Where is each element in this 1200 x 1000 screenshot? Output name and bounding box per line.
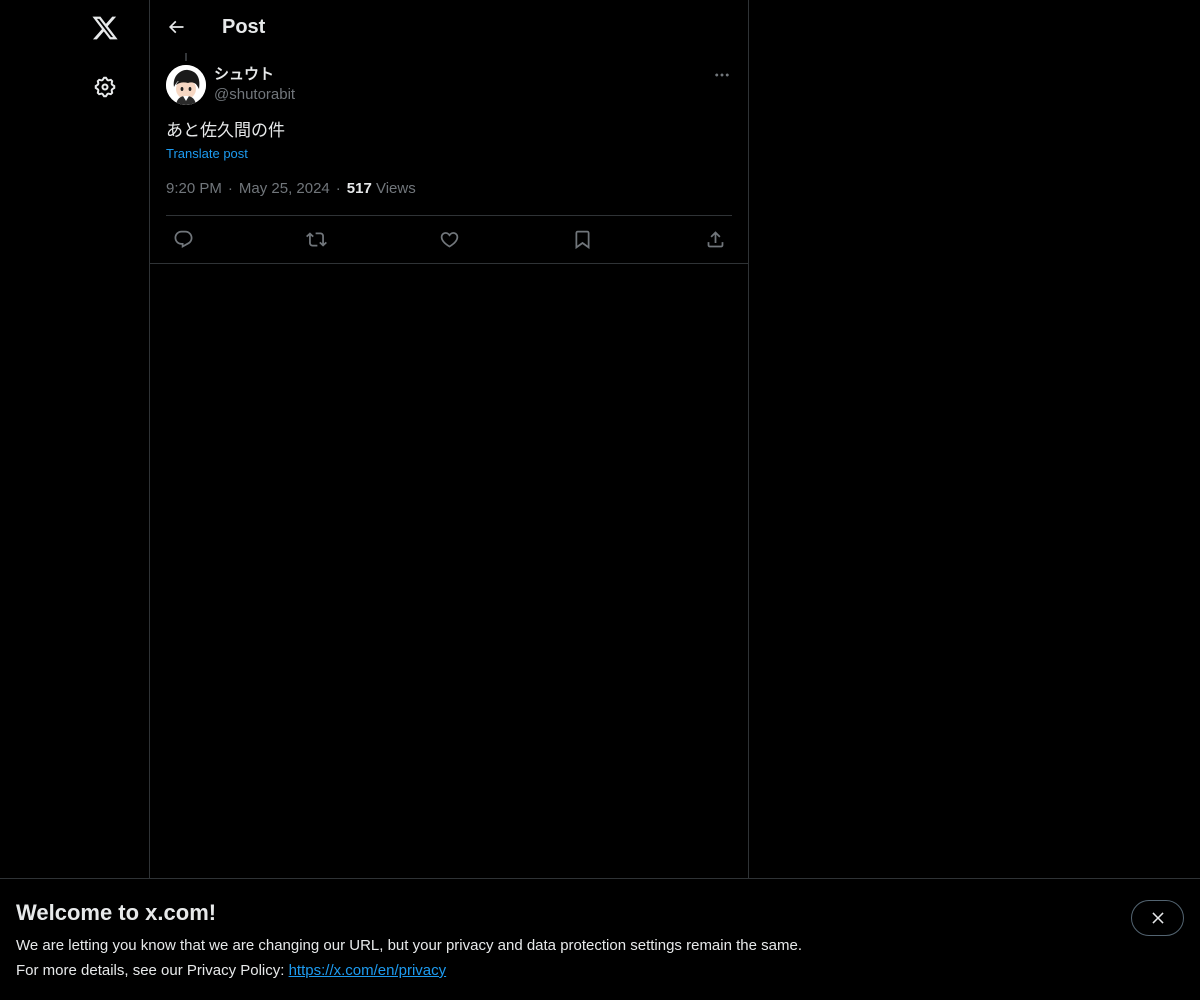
banner-message: We are letting you know that we are chan… <box>16 937 802 954</box>
repost-icon[interactable] <box>299 223 333 257</box>
gear-icon[interactable] <box>81 63 129 111</box>
left-nav <box>0 0 150 1000</box>
post-time[interactable]: 9:20 PM <box>166 180 222 197</box>
heart-icon[interactable] <box>432 223 466 257</box>
main-column: Post シュウト @shutorabit あと佐久間の件 Translate … <box>150 0 749 1000</box>
reply-icon[interactable] <box>166 223 200 257</box>
repost-svg <box>305 232 327 247</box>
meta-separator: · <box>227 180 233 197</box>
bookmark-svg <box>575 230 589 250</box>
post-actions-bar <box>150 216 748 264</box>
close-icon[interactable] <box>1131 900 1184 936</box>
welcome-banner: Welcome to x.com! We are letting you kno… <box>0 878 1200 1000</box>
share-icon[interactable] <box>698 223 732 257</box>
post-text: あと佐久間の件 <box>166 121 285 140</box>
post-meta: 9:20 PM · May 25, 2024 · 517 Views <box>166 179 732 216</box>
post-date[interactable]: May 25, 2024 <box>239 180 330 197</box>
post-author-row: シュウト @shutorabit <box>166 65 732 119</box>
banner-title: Welcome to x.com! <box>16 900 217 925</box>
reply-svg <box>174 230 192 248</box>
thread-connector-line <box>185 53 187 61</box>
gear-svg <box>94 76 116 98</box>
heart-svg <box>440 232 458 248</box>
share-svg <box>707 231 723 248</box>
x-logo-svg <box>92 16 118 40</box>
x-logo-icon[interactable] <box>81 4 129 52</box>
page-title: Post <box>222 16 266 38</box>
views-label: Views <box>375 180 416 197</box>
author-display-name[interactable]: シュウト <box>214 65 295 85</box>
arrow-left-svg <box>168 20 184 34</box>
translate-post-link[interactable]: Translate post <box>166 145 248 163</box>
author-names: シュウト @shutorabit <box>214 65 295 105</box>
privacy-policy-link[interactable]: https://x.com/en/privacy <box>289 962 447 979</box>
close-svg <box>1151 912 1164 924</box>
avatar-image <box>166 65 206 105</box>
ellipsis-svg <box>715 73 729 77</box>
ellipsis-icon[interactable] <box>712 65 732 85</box>
views-count: 517 <box>346 180 372 197</box>
meta-separator: · <box>335 180 341 197</box>
post-article: シュウト @shutorabit あと佐久間の件 Translate post … <box>150 65 748 264</box>
page-header: Post <box>150 0 748 53</box>
app-root: Post シュウト @shutorabit あと佐久間の件 Translate … <box>0 0 1200 1000</box>
banner-privacy-prefix: For more details, see our Privacy Policy… <box>16 962 289 979</box>
bookmark-icon[interactable] <box>565 223 599 257</box>
author-handle[interactable]: @shutorabit <box>214 85 295 105</box>
avatar[interactable] <box>166 65 206 105</box>
banner-privacy-line: For more details, see our Privacy Policy… <box>16 961 446 981</box>
arrow-left-icon[interactable] <box>158 9 194 45</box>
